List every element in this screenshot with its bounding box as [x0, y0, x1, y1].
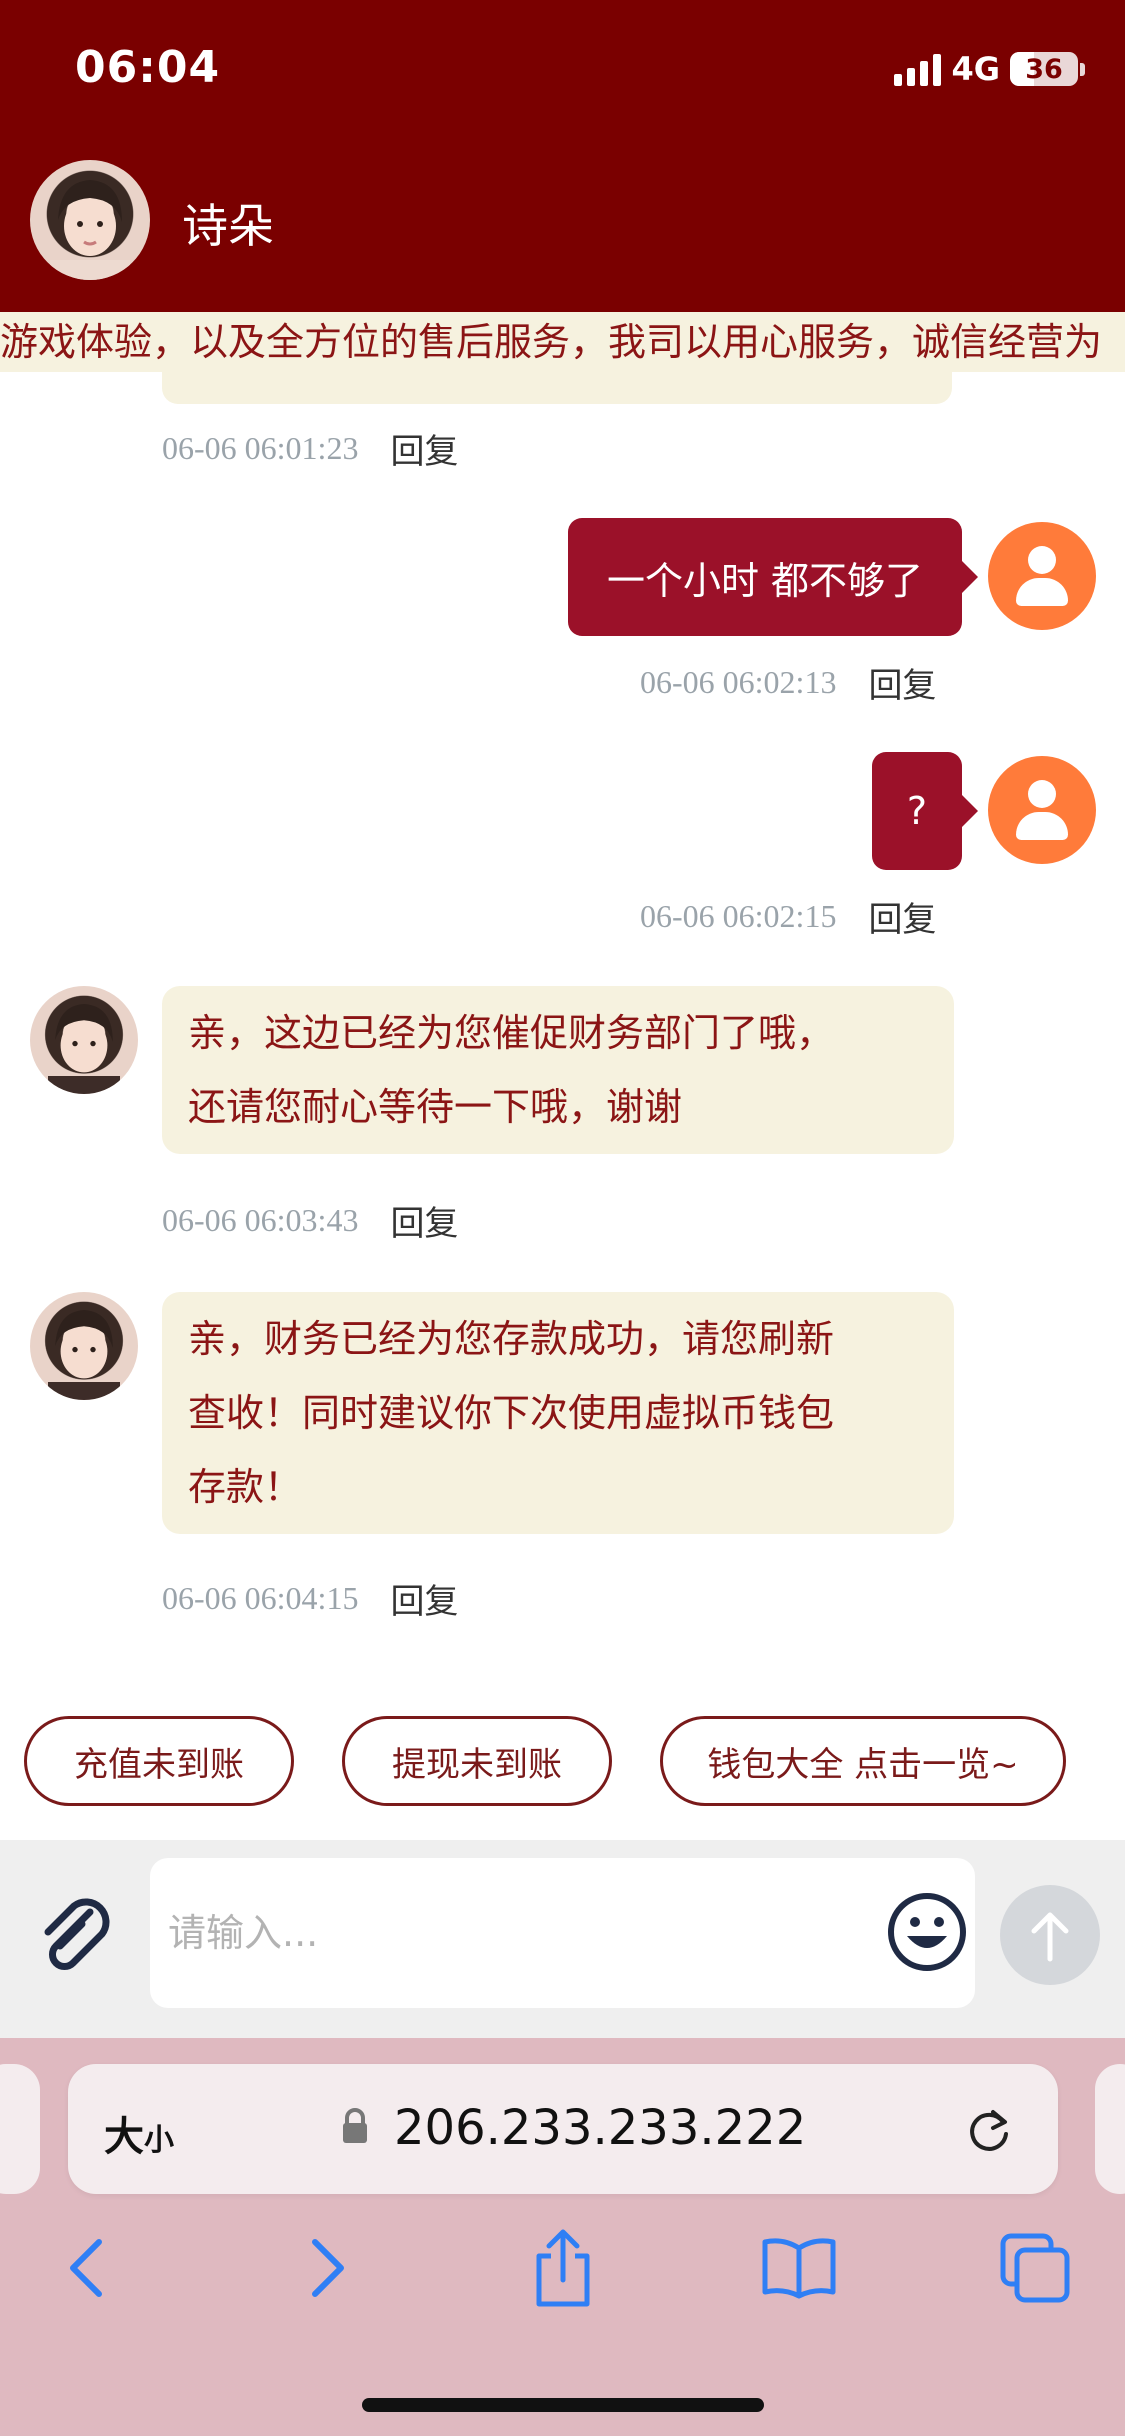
incoming-bubble-partial	[162, 372, 952, 404]
incoming-message-bubble[interactable]: 亲，这边已经为您催促财务部门了哦， 还请您耐心等待一下哦，谢谢	[162, 986, 954, 1154]
user-avatar[interactable]	[988, 756, 1096, 864]
browser-nav-row	[0, 2223, 1125, 2333]
reply-link[interactable]: 回复	[390, 424, 458, 473]
forward-button[interactable]	[282, 2223, 372, 2313]
text-size-button[interactable]: 大小	[104, 2104, 174, 2162]
message-timestamp: 06-06 06:04:15	[162, 1580, 359, 1616]
home-indicator[interactable]	[362, 2398, 764, 2412]
battery-icon: 36	[1010, 52, 1078, 86]
notice-marquee: 游戏体验，以及全方位的售后服务，我司以用心服务，诚信经营为	[0, 312, 1125, 372]
agent-name: 诗朵	[182, 199, 274, 253]
chevron-left-icon	[70, 2239, 102, 2297]
message-timestamp: 06-06 06:01:23	[162, 430, 359, 466]
message-line: 亲，财务已经为您存款成功，请您刷新	[188, 1317, 835, 1361]
outgoing-message-bubble[interactable]: ?	[872, 752, 978, 870]
message-text: 一个小时 都不够了	[606, 558, 924, 603]
incoming-message-bubble[interactable]: 亲，财务已经为您存款成功，请您刷新 查收！同时建议你下次使用虚拟币钱包 存款！	[162, 1292, 954, 1534]
agent-avatar-small[interactable]	[30, 986, 138, 1094]
send-button[interactable]	[1000, 1885, 1100, 1985]
outgoing-message-bubble[interactable]: 一个小时 都不够了	[568, 518, 978, 636]
back-button[interactable]	[42, 2223, 132, 2313]
user-body-icon	[1016, 812, 1068, 840]
url-text: 206.233.233.222	[394, 2100, 807, 2156]
message-timestamp: 06-06 06:02:15	[640, 898, 837, 934]
message-timestamp: 06-06 06:02:13	[640, 664, 837, 700]
quick-reply-withdraw[interactable]: 提现未到账	[342, 1716, 612, 1806]
browser-toolbar: 大小 206.233.233.222	[0, 2038, 1125, 2436]
user-avatar[interactable]	[988, 522, 1096, 630]
agent-avatar-small[interactable]	[30, 1292, 138, 1400]
agent-avatar[interactable]	[30, 160, 150, 280]
book-icon	[762, 2238, 836, 2299]
message-line: 还请您耐心等待一下哦，谢谢	[188, 1085, 683, 1129]
message-line: 亲，这边已经为您催促财务部门了哦，	[188, 1011, 835, 1055]
status-time: 06:04	[75, 42, 221, 93]
emoji-icon[interactable]	[885, 1890, 969, 1974]
attachment-icon[interactable]	[30, 1890, 120, 1980]
quick-reply-bar: 充值未到账 提现未到账 钱包大全 点击一览~	[0, 1688, 1125, 1840]
message-text: ?	[906, 789, 928, 833]
message-list[interactable]: 06-06 06:01:23 回复 一个小时 都不够了 06-06 06:02:…	[0, 372, 1125, 1682]
cellular-signal-icon	[894, 52, 942, 86]
bookmarks-button[interactable]	[754, 2223, 844, 2313]
status-indicators: 4G 36	[894, 48, 1085, 90]
message-input[interactable]	[150, 1858, 975, 2008]
chevron-right-icon	[312, 2239, 344, 2297]
message-meta: 06-06 06:04:15 回复	[162, 1574, 458, 1623]
quick-reply-recharge[interactable]: 充值未到账	[24, 1716, 294, 1806]
message-line: 查收！同时建议你下次使用虚拟币钱包	[188, 1391, 835, 1435]
chat-page: 06:04 4G 36 诗朵 游戏体验，以及全方位的售后服务，我司以用心服务，诚…	[0, 0, 1125, 2436]
notice-text: 游戏体验，以及全方位的售后服务，我司以用心服务，诚信经营为	[0, 320, 1103, 364]
next-tab-peek[interactable]	[1095, 2064, 1125, 2194]
composer-bar	[0, 1840, 1125, 2038]
reply-link[interactable]: 回复	[868, 892, 936, 941]
tabs-icon	[1000, 2233, 1070, 2303]
previous-tab-peek[interactable]	[0, 2064, 40, 2194]
tabs-button[interactable]	[990, 2223, 1080, 2313]
chat-header: 06:04 4G 36 诗朵	[0, 0, 1125, 312]
battery-tip	[1080, 62, 1085, 76]
reload-icon[interactable]	[963, 2104, 1015, 2156]
share-button[interactable]	[518, 2223, 608, 2313]
user-body-icon	[1016, 578, 1068, 606]
text-size-small-label: 小	[144, 2123, 174, 2158]
message-meta: 06-06 06:02:13 回复	[640, 658, 936, 707]
share-icon	[536, 2229, 590, 2307]
user-head-icon	[1028, 546, 1056, 574]
address-bar[interactable]: 大小 206.233.233.222	[68, 2064, 1058, 2194]
message-line: 存款！	[188, 1465, 303, 1509]
reply-link[interactable]: 回复	[390, 1196, 458, 1245]
reply-link[interactable]: 回复	[390, 1574, 458, 1623]
reply-link[interactable]: 回复	[868, 658, 936, 707]
message-meta: 06-06 06:01:23 回复	[162, 424, 458, 473]
user-head-icon	[1028, 780, 1056, 808]
lock-icon	[343, 2108, 367, 2143]
text-size-big-label: 大	[104, 2114, 144, 2160]
message-meta: 06-06 06:02:15 回复	[640, 892, 936, 941]
quick-reply-wallets[interactable]: 钱包大全 点击一览~	[660, 1716, 1066, 1806]
message-meta: 06-06 06:03:43 回复	[162, 1196, 458, 1245]
message-timestamp: 06-06 06:03:43	[162, 1202, 359, 1238]
arrow-up-icon	[1031, 1912, 1069, 1962]
network-type: 4G	[951, 50, 1000, 88]
battery-level: 36	[1025, 53, 1063, 85]
